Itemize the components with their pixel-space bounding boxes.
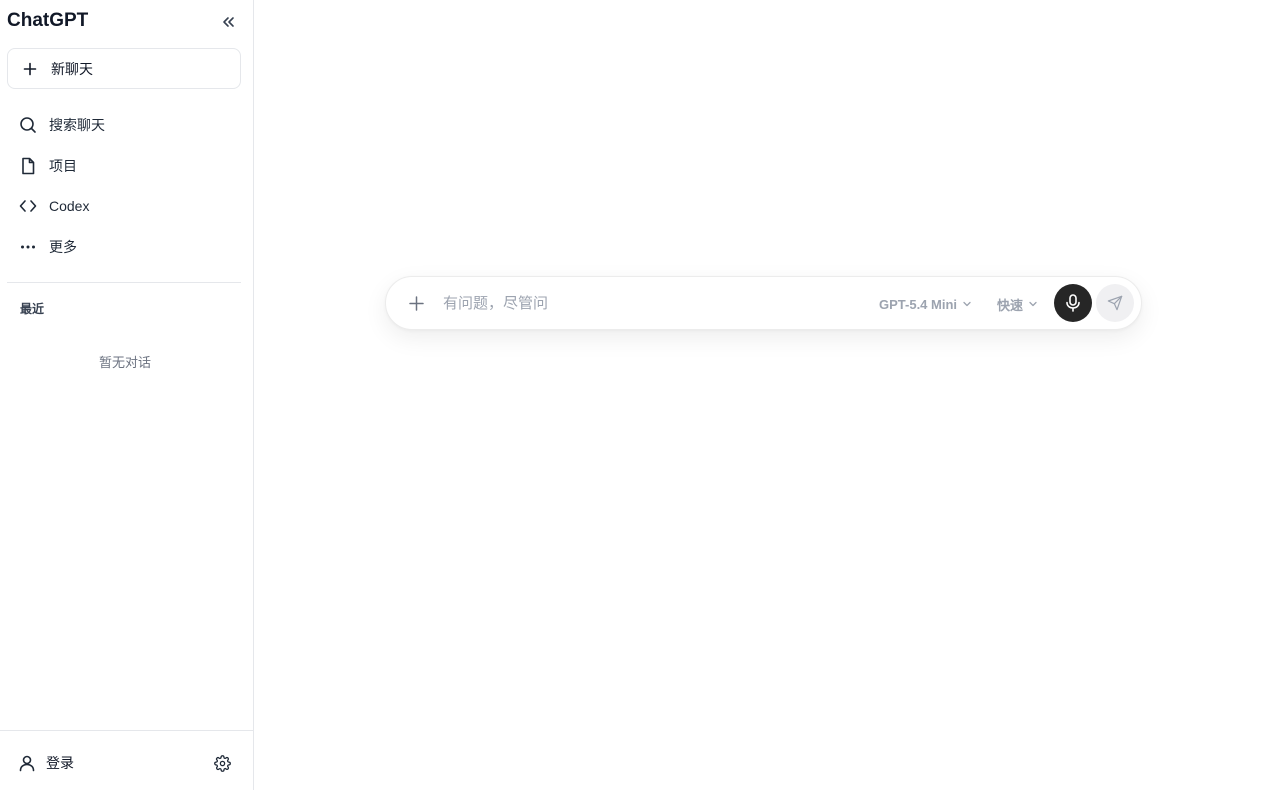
chevron-down-icon [1028,299,1038,309]
message-composer: GPT-5.4 Mini 快速 [385,276,1142,330]
sidebar-item-codex[interactable]: Codex [7,188,241,224]
plus-icon [408,295,424,311]
microphone-icon [1066,294,1080,312]
more-horizontal-icon [19,238,37,256]
chevrons-left-icon [223,17,234,27]
empty-conversations-text: 暂无对话 [98,355,151,370]
code-icon [19,197,37,215]
speed-selector-label: 快速 [997,297,1024,313]
sidebar-item-label: Codex [49,198,90,214]
sidebar-item-label: 项目 [49,158,77,174]
file-icon [19,157,37,175]
app-window: ChatGPT 新聊天 搜索聊天 项目 Codex 更多 最近 暂无对话 登录 … [0,0,1267,790]
sidebar-item-label: 更多 [49,239,77,255]
settings-button[interactable] [212,753,232,773]
app-title: ChatGPT [7,10,89,31]
search-icon [19,116,37,134]
collapse-sidebar-button[interactable] [217,11,239,33]
sidebar-footer: 登录 [0,730,253,790]
new-chat-label: 新聊天 [51,60,93,77]
message-input[interactable] [443,291,843,315]
voice-input-button[interactable] [1054,284,1092,322]
main-area: GPT-5.4 Mini 快速 [254,0,1267,790]
sidebar-item-label: 搜索聊天 [49,117,105,133]
new-chat-button[interactable]: 新聊天 [7,48,241,89]
send-button[interactable] [1096,284,1134,322]
sidebar-item-more[interactable]: 更多 [7,229,241,265]
model-selector[interactable]: GPT-5.4 Mini [879,294,972,314]
chevron-down-icon [962,299,972,309]
attach-button[interactable] [406,293,426,313]
model-selector-label: GPT-5.4 Mini [879,296,958,312]
gear-icon [213,754,231,772]
recent-section-title: 最近 [20,302,45,316]
sidebar-divider [7,282,241,283]
sidebar-item-projects[interactable]: 项目 [7,148,241,184]
user-icon [18,754,36,772]
plus-icon [22,61,38,77]
sidebar: ChatGPT 新聊天 搜索聊天 项目 Codex 更多 最近 暂无对话 登录 [0,0,254,790]
sidebar-item-search-chats[interactable]: 搜索聊天 [7,107,241,143]
login-label: 登录 [46,755,74,771]
send-icon [1107,295,1123,311]
login-button[interactable]: 登录 [12,749,74,777]
speed-selector[interactable]: 快速 [997,294,1038,314]
